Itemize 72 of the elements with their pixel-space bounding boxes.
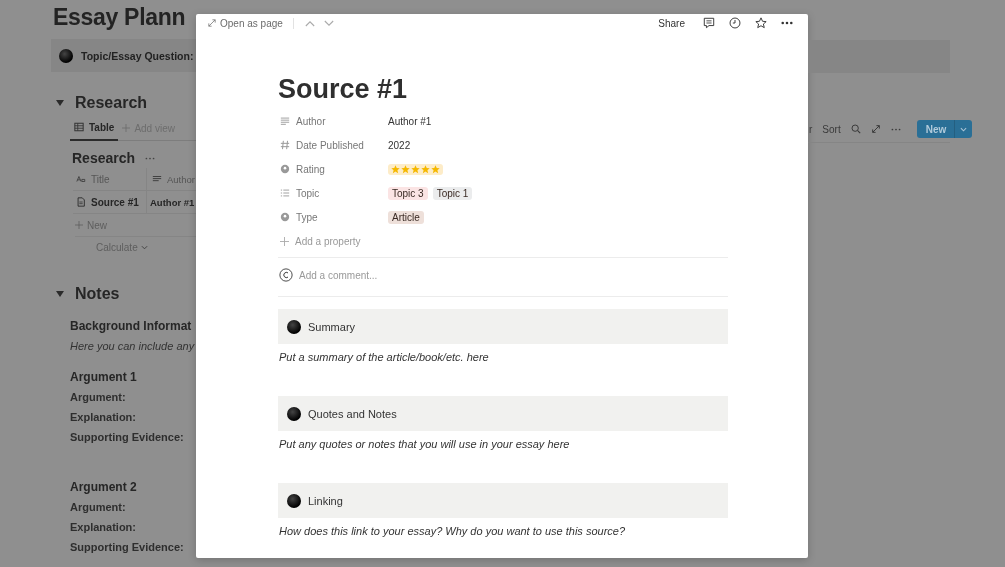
note-label: Explanation: bbox=[70, 410, 137, 425]
chevron-up-icon[interactable] bbox=[304, 19, 315, 27]
note-label: Supporting Evidence: bbox=[70, 540, 185, 555]
section-text: How does this link to your essay? Why do you want to use this source? bbox=[279, 524, 627, 539]
page-title: Source #1 bbox=[278, 73, 409, 106]
list-icon bbox=[280, 188, 290, 198]
callout-title: Quotes and Notes bbox=[308, 407, 397, 420]
property-label[interactable]: Date Published bbox=[278, 139, 388, 151]
note-label: Argument: bbox=[70, 500, 127, 515]
note-label: Argument: bbox=[70, 390, 127, 405]
expand-icon[interactable] bbox=[870, 124, 881, 134]
chevron-down-icon bbox=[140, 244, 148, 250]
view-tab[interactable]: Table bbox=[70, 115, 119, 141]
ball-icon bbox=[287, 406, 301, 421]
section-heading: Research bbox=[75, 94, 148, 112]
clock-icon[interactable] bbox=[729, 17, 741, 29]
section-text: Put any quotes or notes that you will use in your essay here bbox=[279, 437, 571, 452]
plus-icon bbox=[75, 221, 83, 229]
star-icon[interactable] bbox=[755, 17, 767, 29]
tag[interactable]: Topic 3 bbox=[388, 186, 428, 200]
more-icon[interactable] bbox=[781, 21, 793, 25]
note-text: Here you can include any bbox=[70, 339, 196, 354]
callout-label: Topic/Essay Question: bbox=[81, 49, 194, 62]
share-button[interactable]: Share bbox=[658, 17, 685, 29]
callout-title: Linking bbox=[308, 494, 343, 507]
callout-title: Summary bbox=[308, 320, 356, 333]
property-label[interactable]: Author bbox=[278, 115, 388, 127]
lines-icon bbox=[280, 116, 290, 126]
tag[interactable]: Topic 1 bbox=[432, 186, 473, 200]
tag[interactable]: Article bbox=[388, 210, 424, 224]
note-label: Supporting Evidence: bbox=[70, 430, 185, 445]
expand-icon bbox=[208, 19, 216, 27]
comment-icon[interactable] bbox=[703, 17, 715, 29]
new-button[interactable]: New bbox=[916, 120, 973, 138]
add-property-button[interactable]: Add a property bbox=[278, 229, 728, 253]
ball-icon bbox=[59, 48, 73, 63]
table-cell[interactable]: Source #1 bbox=[73, 191, 147, 213]
property-label[interactable]: Rating bbox=[278, 163, 388, 175]
property-label[interactable]: Topic bbox=[278, 187, 388, 199]
document-icon bbox=[76, 197, 86, 207]
ball-icon bbox=[287, 319, 301, 334]
search-icon[interactable] bbox=[850, 124, 861, 134]
note-heading: Background Informat bbox=[70, 318, 193, 335]
property-label[interactable]: Type bbox=[278, 211, 388, 223]
avatar-icon bbox=[279, 268, 293, 282]
hash-icon bbox=[280, 140, 290, 150]
table-cell[interactable]: Author #1 bbox=[147, 191, 195, 213]
section-text: Put a summary of the article/book/etc. here bbox=[279, 350, 490, 365]
plus-icon bbox=[280, 236, 289, 246]
select-icon bbox=[280, 164, 290, 174]
lines-icon bbox=[152, 174, 162, 184]
note-label: Explanation: bbox=[70, 520, 137, 535]
page-title: Essay Plann bbox=[53, 3, 187, 32]
comment-field[interactable]: Add a comment... bbox=[299, 269, 378, 281]
note-heading: Argument 2 bbox=[70, 479, 138, 496]
select-icon bbox=[280, 212, 290, 222]
open-as-page-button[interactable]: Open as page bbox=[208, 17, 283, 29]
chevron-down-icon[interactable] bbox=[323, 19, 334, 27]
collapse-toggle-icon[interactable] bbox=[56, 99, 64, 107]
caret-icon[interactable] bbox=[960, 126, 968, 132]
text-type-icon bbox=[76, 174, 86, 184]
collapse-toggle-icon[interactable] bbox=[56, 290, 64, 298]
toolbar-label[interactable]: r bbox=[809, 123, 813, 135]
database-title: Research bbox=[72, 150, 136, 166]
plus-icon bbox=[122, 124, 131, 132]
section-heading: Notes bbox=[75, 285, 120, 303]
note-heading: Argument 1 bbox=[70, 369, 138, 386]
property-value[interactable]: Author #1 bbox=[388, 115, 432, 127]
property-value[interactable]: 2022 bbox=[388, 139, 411, 151]
ball-icon bbox=[287, 493, 301, 508]
sort-button[interactable]: Sort bbox=[822, 123, 841, 135]
table-icon bbox=[74, 122, 84, 132]
